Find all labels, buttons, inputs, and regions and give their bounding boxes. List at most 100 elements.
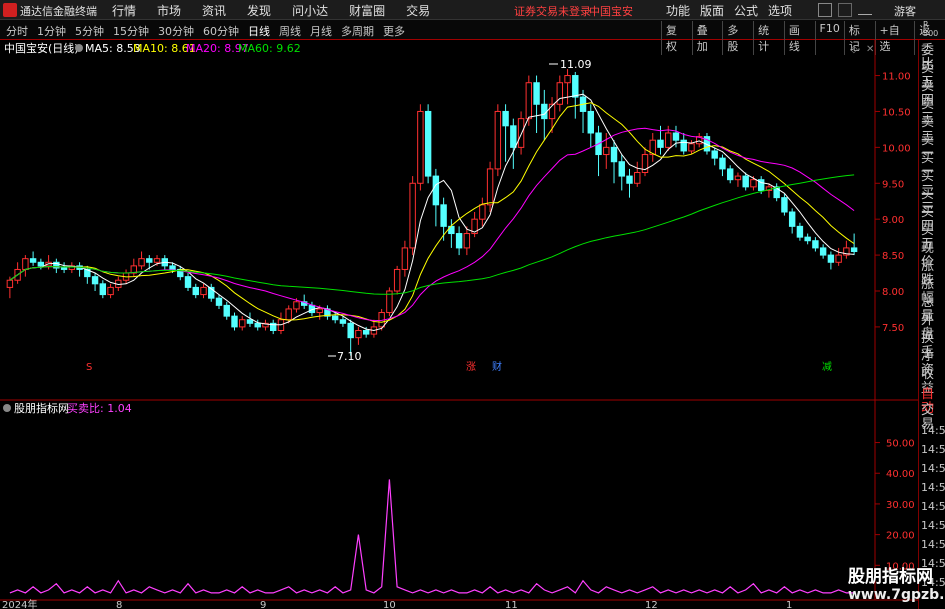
ma-toggle-icon[interactable] bbox=[75, 44, 83, 52]
candle-body bbox=[564, 75, 571, 84]
candle-body bbox=[6, 279, 14, 288]
minimize-icon[interactable] bbox=[858, 14, 872, 15]
candle-body bbox=[486, 168, 494, 206]
period-tab-monthly[interactable]: 月线 bbox=[310, 23, 332, 39]
candle-body bbox=[29, 258, 37, 263]
main-panel-title: 中国宝安(日线) bbox=[4, 41, 79, 55]
restore-window-icon[interactable] bbox=[818, 3, 832, 17]
order-book-panel: R 500 委比 卖五 卖四 卖三 卖二 卖一 买一 买二 买三 买四 买五 现价 涨跌 涨幅 总量 外盘 换手 净资… bbox=[918, 20, 945, 609]
candle-body bbox=[533, 82, 540, 105]
ma20-line bbox=[9, 127, 855, 322]
candle-body bbox=[796, 225, 804, 238]
sub-tick-label: 40.00 bbox=[886, 469, 915, 480]
window-toggle-icon[interactable] bbox=[838, 3, 852, 17]
event-marker-s[interactable]: S bbox=[86, 362, 92, 373]
sub-tick-label: 30.00 bbox=[886, 500, 915, 511]
candle-body bbox=[231, 315, 238, 328]
candle-body bbox=[556, 82, 564, 105]
candle-body bbox=[200, 286, 207, 296]
chart-area[interactable]: 中国宝安(日线) MA5: 8.53 MA10: 8.61 MA20: 8.97… bbox=[0, 40, 945, 609]
sub-panel-title: 股朋指标网 bbox=[14, 401, 69, 415]
candle-body bbox=[711, 150, 718, 159]
candle-body bbox=[479, 204, 486, 220]
candle-body bbox=[812, 240, 819, 249]
menu-options[interactable]: 选项 bbox=[768, 2, 792, 19]
candle-body bbox=[634, 172, 641, 184]
event-marker-reduce[interactable]: 减 bbox=[822, 361, 832, 373]
candle-body bbox=[742, 175, 749, 188]
event-marker-up[interactable]: 涨 bbox=[466, 361, 476, 373]
price-tick-label: 8.50 bbox=[882, 251, 904, 262]
candle-body bbox=[146, 258, 153, 263]
candle-body bbox=[750, 179, 757, 188]
candle-body bbox=[331, 315, 339, 321]
candle-body bbox=[409, 182, 416, 249]
candle-body bbox=[835, 254, 842, 263]
guest-user[interactable]: 游客 bbox=[894, 3, 916, 19]
menu-discover[interactable]: 发现 bbox=[247, 2, 271, 19]
candle-body bbox=[417, 110, 424, 184]
candle-body bbox=[494, 110, 502, 170]
candle-body bbox=[804, 236, 811, 242]
price-tick-label: 10.50 bbox=[882, 107, 911, 118]
ma10-line bbox=[9, 102, 855, 323]
period-tab-60min[interactable]: 60分钟 bbox=[203, 23, 239, 39]
menu-quotes[interactable]: 行情 bbox=[112, 2, 136, 19]
r500-label: R 500 bbox=[923, 20, 939, 38]
menu-trade[interactable]: 交易 bbox=[406, 2, 430, 19]
period-tab-15min[interactable]: 15分钟 bbox=[113, 23, 149, 39]
candle-body bbox=[688, 143, 695, 152]
sub-panel-value: 买卖比: 1.04 bbox=[67, 402, 132, 415]
diamond-icon[interactable]: ◇ bbox=[850, 44, 858, 55]
candle-body bbox=[246, 319, 254, 324]
period-tab-5min[interactable]: 5分钟 bbox=[75, 23, 104, 39]
indicator-line bbox=[9, 479, 855, 594]
price-tick-label: 9.50 bbox=[882, 179, 904, 190]
trade-login-status[interactable]: 证券交易未登录 bbox=[514, 3, 591, 19]
menu-formula[interactable]: 公式 bbox=[734, 2, 758, 19]
menu-ask[interactable]: 问小达 bbox=[292, 2, 328, 19]
candle-body bbox=[215, 297, 223, 306]
kline-chart[interactable]: 中国宝安(日线) MA5: 8.53 MA10: 8.61 MA20: 8.97… bbox=[0, 40, 918, 609]
candle-body bbox=[254, 322, 261, 328]
period-tabs: 分时 1分钟 5分钟 15分钟 30分钟 60分钟 日线 周线 月线 多周期 更… bbox=[6, 23, 414, 39]
menu-news[interactable]: 资讯 bbox=[202, 2, 226, 19]
tick-time: 14:56 bbox=[921, 519, 945, 532]
watermark: 股朋指标网 www.7gpzb.com bbox=[848, 567, 945, 603]
sub-tick-label: 50.00 bbox=[886, 439, 915, 450]
period-tab-30min[interactable]: 30分钟 bbox=[158, 23, 194, 39]
menu-wealth[interactable]: 财富圈 bbox=[349, 2, 385, 19]
candle-body bbox=[401, 247, 409, 270]
candle-body bbox=[502, 110, 509, 127]
period-tab-more[interactable]: 更多 bbox=[383, 23, 405, 39]
candle-body bbox=[107, 286, 114, 296]
title-bar: 通达信金融终端 行情 市场 资讯 发现 问小达 财富圈 交易 证券交易未登录 中… bbox=[0, 0, 945, 20]
tick-time: 14:56 bbox=[921, 481, 945, 494]
candle-body bbox=[60, 267, 68, 270]
close-panel-icon[interactable]: ✕ bbox=[866, 44, 874, 55]
sub-toggle-icon[interactable] bbox=[3, 404, 11, 412]
candle-body bbox=[827, 254, 835, 263]
candle-body bbox=[424, 110, 432, 177]
period-tab-multi[interactable]: 多周期 bbox=[341, 23, 374, 39]
candle-body bbox=[99, 283, 107, 296]
menu-layout[interactable]: 版面 bbox=[700, 2, 724, 19]
candle-body bbox=[734, 175, 742, 181]
low-price-label: 7.10 bbox=[337, 350, 362, 363]
candle-body bbox=[510, 125, 517, 148]
candle-body bbox=[626, 175, 633, 184]
candle-body bbox=[192, 286, 199, 296]
tick-time: 14:56 bbox=[921, 462, 945, 475]
period-tab-intraday[interactable]: 分时 bbox=[6, 23, 28, 39]
price-tick-label: 11.00 bbox=[882, 72, 911, 83]
candle-body bbox=[153, 258, 161, 263]
menu-function[interactable]: 功能 bbox=[666, 2, 690, 19]
ma60-label: MA60: 9.62 bbox=[238, 42, 301, 55]
menu-market[interactable]: 市场 bbox=[157, 2, 181, 19]
price-tick-label: 10.00 bbox=[882, 143, 911, 154]
period-tab-weekly[interactable]: 周线 bbox=[279, 23, 301, 39]
period-tab-daily[interactable]: 日线 bbox=[248, 23, 270, 39]
period-tab-1min[interactable]: 1分钟 bbox=[37, 23, 66, 39]
event-marker-finance[interactable]: 财 bbox=[492, 360, 502, 373]
candle-body bbox=[355, 330, 362, 339]
